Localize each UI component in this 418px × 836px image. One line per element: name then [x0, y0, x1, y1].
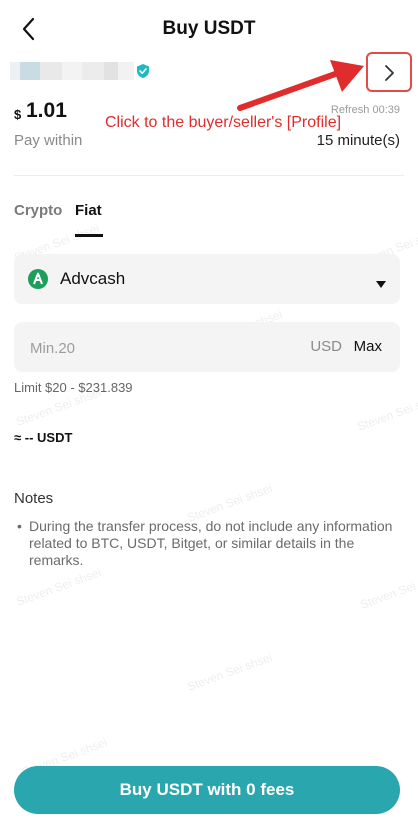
price-value: 1.01: [26, 99, 67, 122]
price-currency-symbol: $: [14, 107, 22, 122]
buy-usdt-button[interactable]: Buy USDT with 0 fees: [14, 766, 400, 814]
annotation-text: Click to the buyer/seller's [Profile]: [105, 114, 342, 131]
divider: [14, 175, 404, 176]
watermark: Steven Sei shsei: [14, 565, 104, 609]
watermark: Steven Sei shsei: [358, 568, 418, 612]
limit-text: Limit $20 - $231.839: [14, 380, 133, 395]
refresh-timer: Refresh 00:39: [330, 104, 400, 116]
payment-method-select[interactable]: Advcash: [14, 254, 400, 304]
pay-within-value: 15 minute(s): [316, 132, 400, 149]
caret-down-icon: [376, 275, 386, 293]
active-tab-indicator: [75, 234, 103, 237]
watermark: Steven Sei shsei: [355, 390, 418, 434]
max-button[interactable]: Max: [354, 338, 382, 355]
payment-method-label: Advcash: [60, 269, 126, 288]
approx-usdt: ≈ -- USDT: [14, 430, 73, 445]
verified-badge-icon: [135, 63, 151, 79]
amount-input[interactable]: [28, 335, 272, 361]
chevron-right-icon: [385, 65, 394, 81]
amount-field[interactable]: USD Max: [14, 322, 400, 372]
notes-item: • During the transfer process, do not in…: [14, 518, 404, 569]
merchant-name-blurred[interactable]: [10, 62, 134, 80]
notes-title: Notes: [14, 490, 54, 507]
notes-item-text: During the transfer process, do not incl…: [29, 518, 393, 568]
advcash-logo-icon: [28, 269, 48, 289]
watermark: Steven Sei shsei: [185, 650, 275, 694]
tab-fiat[interactable]: Fiat: [75, 202, 102, 219]
page-title: Buy USDT: [162, 18, 256, 39]
bullet-icon: •: [17, 518, 22, 534]
pay-within-label: Pay within: [14, 132, 83, 149]
tab-crypto[interactable]: Crypto: [14, 202, 62, 219]
amount-currency: USD: [310, 338, 342, 355]
profile-button[interactable]: [366, 52, 412, 92]
